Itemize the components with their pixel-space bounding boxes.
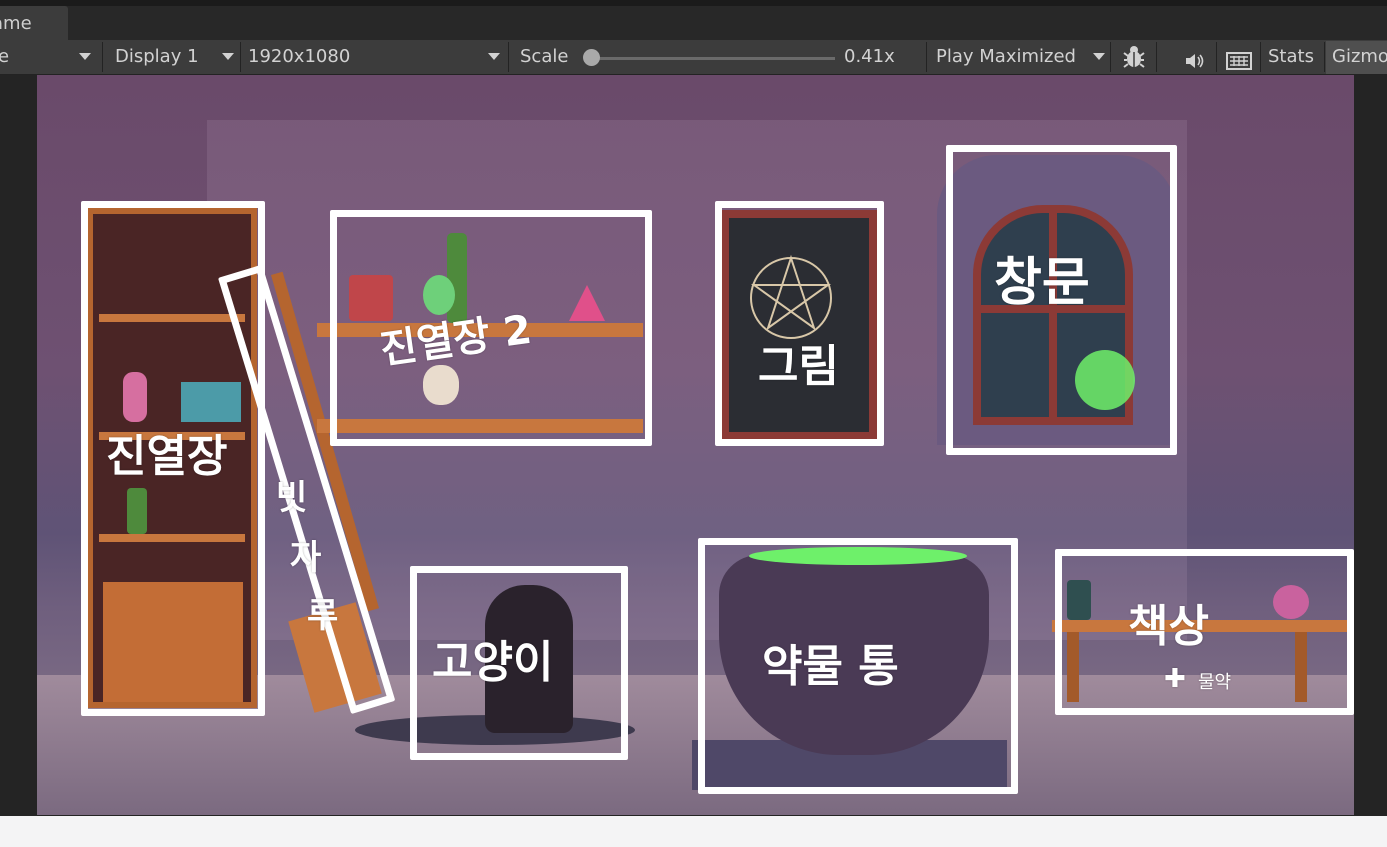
broom-label-3: 루 [307, 596, 339, 636]
bug-icon[interactable] [1121, 43, 1147, 71]
dropdown-caret-icon[interactable] [1093, 53, 1105, 60]
cauldron-label: 약물 통 [762, 641, 899, 692]
play-mode-dropdown[interactable]: Play Maximized [936, 40, 1076, 74]
audio-icon[interactable] [1184, 48, 1206, 68]
broom-label-2: 자 [290, 538, 322, 578]
plus-icon: ✚ [1164, 664, 1186, 694]
tab-game-label: ame [0, 13, 32, 34]
tab-game[interactable]: ame [0, 6, 68, 40]
scale-label: Scale [520, 46, 569, 67]
divider [508, 42, 509, 72]
divider [1324, 42, 1325, 72]
gizmos-button[interactable]: Gizmo [1332, 40, 1387, 74]
tab-bar [0, 6, 1387, 40]
divider [926, 42, 927, 72]
view-mode-label[interactable]: e [0, 40, 9, 74]
divider [1110, 42, 1111, 72]
divider [240, 42, 241, 72]
scale-value: 0.41x [844, 46, 895, 67]
window-label: 창문 [994, 253, 1090, 313]
divider [102, 42, 103, 72]
scale-slider-track[interactable] [591, 57, 835, 60]
broom-label-1: 빗 [276, 478, 308, 518]
dropdown-caret-icon[interactable] [488, 53, 500, 60]
desk-note-label: 물약 [1198, 672, 1232, 693]
bottom-strip [0, 816, 1387, 847]
display-dropdown[interactable]: Display 1 [115, 40, 199, 74]
dropdown-caret-icon[interactable] [79, 53, 91, 60]
keyboard-icon[interactable] [1226, 48, 1252, 70]
painting-label: 그림 [758, 341, 839, 392]
cat-label: 고양이 [432, 637, 554, 688]
shelf1-label: 진열장 [106, 431, 228, 482]
resolution-dropdown[interactable]: 1920x1080 [248, 40, 350, 74]
dropdown-caret-icon[interactable] [222, 53, 234, 60]
stats-button[interactable]: Stats [1268, 40, 1314, 74]
desk-label: 책상 [1128, 601, 1209, 652]
scale-slider-handle[interactable] [583, 49, 600, 66]
divider [1216, 42, 1217, 72]
divider [1260, 42, 1261, 72]
divider [1156, 42, 1157, 72]
painting-box [715, 201, 884, 446]
